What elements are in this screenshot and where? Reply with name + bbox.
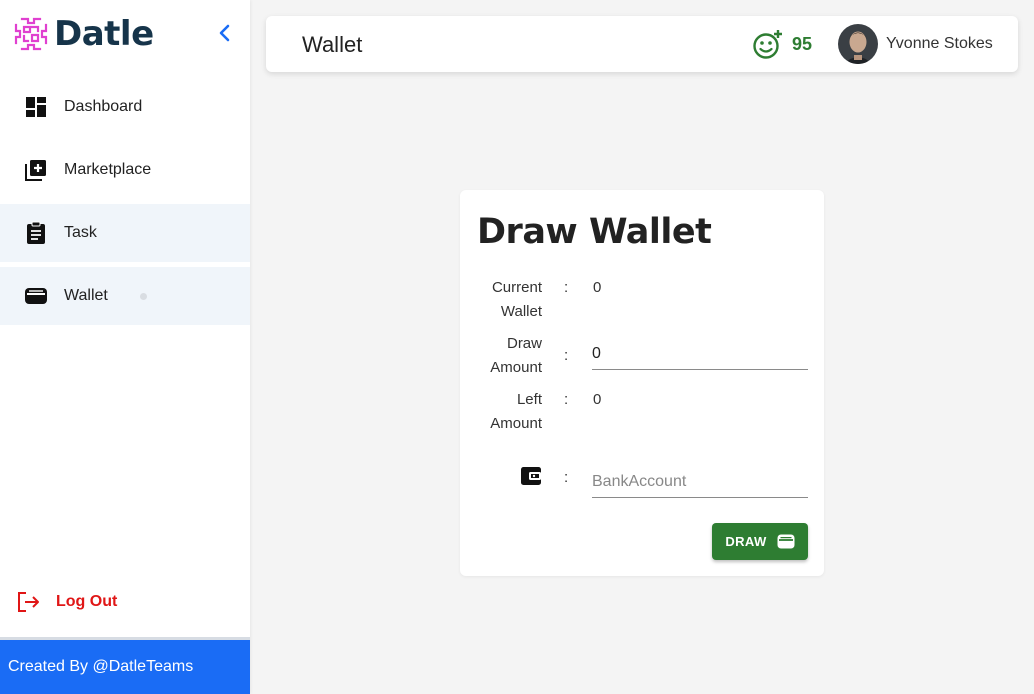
- left-amount-label: Left Amount: [460, 388, 542, 436]
- logout-button[interactable]: Log Out: [16, 590, 117, 614]
- logout-icon: [18, 592, 39, 612]
- sidebar-nav: Dashboard Marketplace Task Wallet: [0, 78, 250, 330]
- score-badge[interactable]: 95: [752, 28, 812, 60]
- draw-amount-input[interactable]: 0: [592, 345, 808, 370]
- wallet-icon: [24, 284, 48, 308]
- colon: :: [564, 391, 569, 408]
- label-line: Amount: [490, 415, 542, 432]
- colon: :: [564, 347, 569, 364]
- chevron-left-icon: [219, 24, 230, 42]
- sidebar-item-label: Marketplace: [64, 161, 152, 178]
- draw-button[interactable]: DRAW: [712, 523, 808, 560]
- logo-icon: [14, 17, 48, 51]
- logout-label: Log Out: [56, 593, 118, 610]
- page-title: Wallet: [302, 32, 363, 57]
- sidebar-item-task[interactable]: Task: [0, 204, 250, 262]
- draw-wallet-card: Draw Wallet Current Wallet : 0 Draw Amou…: [460, 190, 824, 576]
- wallet-icon: [777, 534, 795, 549]
- colon: :: [564, 279, 569, 296]
- sidebar-item-dashboard[interactable]: Dashboard: [0, 78, 250, 136]
- sidebar-item-wallet[interactable]: Wallet: [0, 267, 250, 325]
- label-line: Current: [491, 279, 542, 296]
- sidebar-footer: Created By @DatleTeams: [0, 637, 250, 694]
- current-wallet-value: 0: [593, 279, 602, 296]
- draw-amount-label: Draw Amount: [460, 332, 542, 380]
- user-menu[interactable]: Yvonne Stokes: [838, 24, 993, 64]
- current-wallet-label: Current Wallet: [460, 276, 542, 324]
- score-value: 95: [792, 33, 813, 54]
- label-line: Amount: [490, 359, 542, 376]
- sidebar-item-label: Task: [64, 224, 97, 241]
- bank-account-input[interactable]: BankAccount: [592, 473, 808, 498]
- add-box-icon: [24, 158, 48, 182]
- smiley-plus-icon: [753, 30, 782, 59]
- footer-credit: Created By @DatleTeams: [8, 658, 194, 675]
- brand-name: Datle: [54, 14, 154, 54]
- label-line: Draw: [506, 335, 542, 352]
- sidebar: Datle Dashboard Marketplace Task Wallet …: [0, 0, 250, 694]
- sidebar-item-marketplace[interactable]: Marketplace: [0, 141, 250, 199]
- draw-button-label: DRAW: [725, 534, 767, 549]
- avatar: [838, 24, 878, 64]
- label-line: Wallet: [500, 303, 542, 320]
- user-name: Yvonne Stokes: [886, 35, 993, 52]
- header-bar: Wallet 95 Yvonne Stokes: [266, 16, 1018, 72]
- dashboard-icon: [24, 95, 48, 119]
- bank-wallet-icon: [521, 467, 541, 485]
- active-indicator-dot: [139, 292, 147, 300]
- brand[interactable]: Datle: [12, 12, 154, 56]
- clipboard-icon: [24, 221, 48, 245]
- left-amount-value: 0: [593, 391, 602, 408]
- collapse-sidebar-button[interactable]: [214, 22, 236, 44]
- sidebar-item-label: Dashboard: [64, 98, 143, 115]
- card-title: Draw Wallet: [477, 212, 712, 252]
- sidebar-item-label: Wallet: [64, 287, 108, 304]
- colon: :: [564, 469, 569, 486]
- label-line: Left: [516, 391, 542, 408]
